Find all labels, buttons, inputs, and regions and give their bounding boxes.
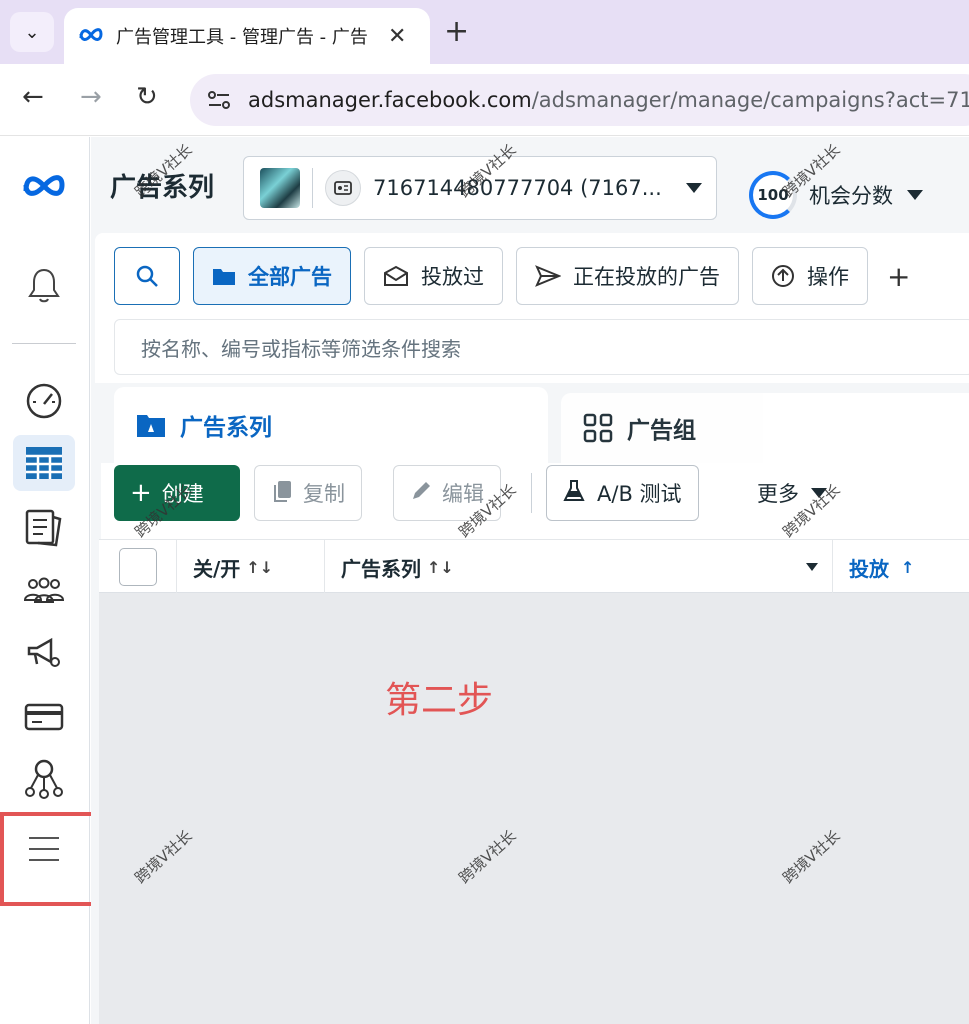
- duplicate-button[interactable]: 复制: [254, 465, 362, 521]
- campaign-folder-icon: [136, 412, 166, 438]
- select-all-cell: [99, 540, 177, 594]
- search-button[interactable]: [114, 247, 180, 305]
- flask-icon: [563, 479, 585, 508]
- meta-favicon-icon: [78, 26, 104, 46]
- page-title: 广告系列: [110, 173, 215, 203]
- close-tab-icon[interactable]: ✕: [388, 24, 406, 49]
- nav-divider: [12, 343, 76, 344]
- account-separator: [312, 168, 313, 208]
- caret-down-icon: [685, 183, 702, 193]
- caret-down-icon: [811, 488, 827, 498]
- add-filter-button[interactable]: +: [887, 260, 910, 293]
- chevron-down-icon: ⌄: [24, 21, 40, 43]
- new-tab-button[interactable]: +: [444, 14, 469, 49]
- toolbar-separator: [531, 473, 532, 513]
- filter-row: 全部广告 投放过 正在投放的广告 操作 +: [114, 247, 910, 305]
- duplicate-label: 复制: [303, 482, 345, 506]
- bell-icon[interactable]: [13, 257, 75, 313]
- score-ring: 100: [749, 171, 797, 219]
- back-arrow-icon[interactable]: ←: [22, 82, 44, 112]
- dashboard-gauge-icon[interactable]: [13, 373, 75, 429]
- column-menu-caret-icon[interactable]: [806, 563, 818, 571]
- grid-icon: [583, 413, 613, 443]
- ab-test-label: A/B 测试: [597, 482, 682, 506]
- address-bar-row: ← → ↻ adsmanager.facebook.com/adsmanager…: [0, 64, 969, 136]
- campaign-panel: 全部广告 投放过 正在投放的广告 操作 + 按名称、编号或指标等筛选条件搜索 广…: [95, 233, 969, 1024]
- actions-button[interactable]: 操作: [752, 247, 868, 305]
- duplicate-icon: [271, 479, 293, 508]
- search-icon: [136, 265, 158, 287]
- filter-active-ads-label: 正在投放的广告: [573, 265, 720, 289]
- sort-icon: ↑↓: [427, 557, 454, 577]
- opportunity-score-label: 机会分数: [809, 184, 893, 208]
- table-body: 第二步: [99, 593, 969, 1024]
- edit-button[interactable]: 编辑: [393, 465, 501, 521]
- url-field[interactable]: adsmanager.facebook.com/adsmanager/manag…: [190, 74, 969, 126]
- audiences-people-icon[interactable]: [13, 563, 75, 619]
- filter-delivered-label: 投放过: [421, 265, 484, 289]
- create-label: 创建: [161, 482, 204, 506]
- forward-arrow-icon[interactable]: →: [80, 82, 102, 112]
- create-button[interactable]: + 创建: [114, 465, 240, 521]
- edit-label: 编辑: [442, 482, 484, 506]
- step-annotation: 第二步: [385, 680, 494, 721]
- tab-list-dropdown[interactable]: ⌄: [10, 12, 54, 52]
- level-tabs-area: 广告系列 广告组 + 创建 复制 编辑 A/B 测试 更多 关/开 ↑↓ 广告系…: [95, 383, 969, 1024]
- column-campaign-name[interactable]: 广告系列 ↑↓: [325, 540, 833, 594]
- ab-test-button[interactable]: A/B 测试: [546, 465, 699, 521]
- table-header: 关/开 ↑↓ 广告系列 ↑↓ 投放 ↑: [99, 539, 969, 594]
- browser-tab[interactable]: 广告管理工具 - 管理广告 - 广告 ✕: [64, 8, 430, 64]
- browser-tab-bar: ⌄ 广告管理工具 - 管理广告 - 广告 ✕ +: [0, 0, 969, 64]
- column-campaign-name-label: 广告系列: [341, 556, 421, 581]
- reports-document-icon[interactable]: [13, 499, 75, 555]
- column-on-off-label: 关/开: [193, 556, 241, 581]
- tab-title: 广告管理工具 - 管理广告 - 广告: [116, 27, 368, 48]
- reload-icon[interactable]: ↻: [136, 82, 158, 112]
- ad-account-selector[interactable]: 716714480777704 (7167...: [243, 156, 717, 220]
- tab-campaigns-label: 广告系列: [180, 415, 272, 441]
- sort-icon: ↑↓: [246, 557, 274, 577]
- column-on-off[interactable]: 关/开 ↑↓: [177, 540, 325, 594]
- opportunity-score[interactable]: 100 机会分数: [749, 171, 923, 219]
- column-delivery-label: 投放: [849, 556, 889, 581]
- upload-circle-icon: [771, 264, 795, 288]
- tab-ad-sets[interactable]: 广告组: [561, 393, 969, 463]
- more-button[interactable]: 更多: [741, 465, 843, 521]
- account-avatar: [260, 168, 300, 208]
- account-id-icon: [325, 170, 361, 206]
- tab-campaigns[interactable]: 广告系列: [114, 387, 548, 463]
- filter-all-ads-label: 全部广告: [248, 265, 332, 289]
- account-name: 716714480777704 (7167...: [373, 176, 662, 200]
- url-text: adsmanager.facebook.com/adsmanager/manag…: [248, 88, 969, 112]
- filter-active-ads[interactable]: 正在投放的广告: [516, 247, 739, 305]
- main-content: 广告系列 716714480777704 (7167... 100 机会分数 全…: [91, 137, 969, 1024]
- column-delivery[interactable]: 投放 ↑: [833, 540, 969, 594]
- business-network-icon[interactable]: [13, 751, 75, 807]
- folder-icon: [212, 266, 236, 286]
- campaigns-table-icon[interactable]: [13, 435, 75, 491]
- tab-ad-sets-label: 广告组: [627, 418, 696, 444]
- caret-down-icon: [907, 190, 923, 200]
- send-icon: [535, 265, 561, 287]
- filter-all-ads[interactable]: 全部广告: [193, 247, 351, 305]
- sort-ascending-icon: ↑: [901, 557, 915, 577]
- campaign-toolbar: + 创建 复制 编辑 A/B 测试 更多: [101, 463, 969, 539]
- pencil-icon: [410, 480, 432, 507]
- more-label: 更多: [757, 482, 799, 506]
- billing-card-icon[interactable]: [13, 689, 75, 745]
- select-all-checkbox[interactable]: [119, 548, 157, 586]
- site-settings-icon[interactable]: [204, 85, 234, 115]
- megaphone-settings-icon[interactable]: [13, 625, 75, 681]
- envelope-icon: [383, 265, 409, 287]
- search-input[interactable]: 按名称、编号或指标等筛选条件搜索: [114, 319, 969, 375]
- actions-label: 操作: [807, 265, 849, 289]
- meta-logo-icon[interactable]: [13, 157, 75, 213]
- filter-delivered[interactable]: 投放过: [364, 247, 503, 305]
- plus-icon: +: [130, 478, 152, 508]
